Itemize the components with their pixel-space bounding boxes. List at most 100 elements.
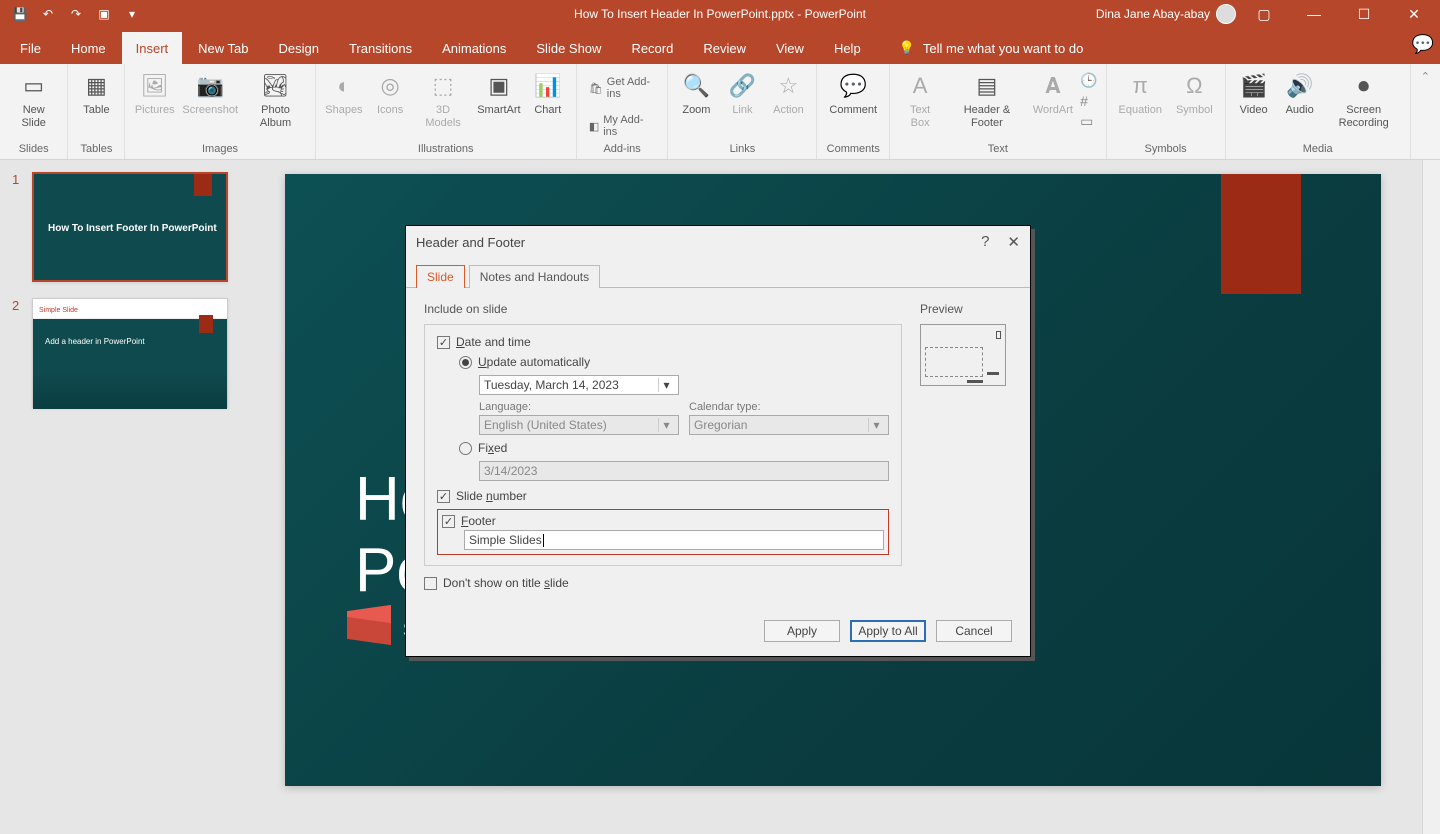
group-symbols-label: Symbols	[1115, 141, 1217, 159]
store-icon: 🛍	[589, 82, 603, 95]
thumbnail-2[interactable]: 2 Simple Slide Add a header in PowerPoin…	[12, 298, 232, 408]
get-addins-button[interactable]: 🛍 Get Add-ins	[585, 74, 660, 102]
textbox-icon: A	[904, 70, 936, 102]
header-footer-button[interactable]: ▤Header & Footer	[948, 68, 1026, 131]
calendar-label: Calendar type:	[689, 401, 889, 413]
photo-album-button[interactable]: 🏞Photo Album	[244, 68, 306, 131]
group-media-label: Media	[1234, 141, 1402, 159]
save-icon[interactable]: 💾	[8, 3, 32, 25]
calendar-combo[interactable]: Gregorian ▾	[689, 415, 889, 435]
share-icon[interactable]: 💬	[1412, 34, 1434, 55]
apply-to-all-button[interactable]: Apply to All	[850, 620, 926, 642]
close-dialog-icon[interactable]: ✕	[1007, 233, 1020, 251]
object-icon[interactable]: ▭	[1080, 113, 1097, 130]
slide-thumbnails-panel[interactable]: 1 How To Insert Footer In PowerPoint 2 S…	[0, 160, 244, 834]
footer-label: Footer	[461, 514, 496, 528]
textbox-button: AText Box	[898, 68, 942, 131]
pictures-button: 🖼Pictures	[133, 68, 176, 119]
chevron-down-icon: ▾	[658, 378, 674, 392]
chart-button[interactable]: 📊Chart	[528, 68, 568, 119]
tab-design[interactable]: Design	[265, 33, 333, 64]
tab-view[interactable]: View	[762, 33, 818, 64]
group-text-label: Text	[898, 141, 1097, 159]
minimize-icon[interactable]: —	[1292, 0, 1336, 28]
thumbnail-1[interactable]: 1 How To Insert Footer In PowerPoint	[12, 172, 232, 282]
get-addins-label: Get Add-ins	[607, 76, 656, 100]
close-icon[interactable]: ✕	[1392, 0, 1436, 28]
tab-newtab[interactable]: New Tab	[184, 33, 262, 64]
qat-customize-icon[interactable]: ▾	[120, 3, 144, 25]
date-format-combo[interactable]: Tuesday, March 14, 2023 ▾	[479, 375, 679, 395]
textbox-label: Text Box	[902, 104, 938, 129]
ribbon-decoration	[199, 315, 213, 333]
ribbon-display-options-icon[interactable]: ▢	[1242, 0, 1286, 28]
new-slide-button[interactable]: ▭New Slide	[8, 68, 59, 131]
titlebar: 💾 ↶ ↷ ▣ ▾ How To Insert Header In PowerP…	[0, 0, 1440, 28]
cancel-button[interactable]: Cancel	[936, 620, 1012, 642]
smartart-label: SmartArt	[477, 104, 520, 117]
footer-text-field[interactable]: Simple Slides	[464, 530, 884, 550]
help-icon[interactable]: ?	[981, 233, 989, 251]
dialog-titlebar[interactable]: Header and Footer ? ✕	[406, 226, 1030, 258]
collapse-ribbon-icon[interactable]: ⌃	[1411, 64, 1440, 159]
tab-animations[interactable]: Animations	[428, 33, 520, 64]
tab-insert[interactable]: Insert	[122, 32, 183, 64]
calendar-value: Gregorian	[694, 418, 747, 432]
smartart-button[interactable]: ▣SmartArt	[476, 68, 522, 119]
language-label: Language:	[479, 401, 679, 413]
user-name[interactable]: Dina Jane Abay-abay	[1096, 7, 1210, 21]
thumbnail-title: Add a header in PowerPoint	[45, 337, 145, 346]
tab-review[interactable]: Review	[689, 33, 760, 64]
preview-label: Preview	[920, 302, 1012, 316]
date-time-icon[interactable]: 🕒	[1080, 72, 1097, 89]
comment-button[interactable]: 💬Comment	[825, 68, 881, 119]
video-label: Video	[1240, 104, 1268, 117]
lightbulb-icon: 💡	[899, 40, 915, 56]
dialog-tab-notes[interactable]: Notes and Handouts	[469, 265, 600, 288]
update-auto-radio[interactable]	[459, 356, 472, 369]
date-time-checkbox[interactable]: ✓	[437, 336, 450, 349]
my-addins-button[interactable]: ◧My Add-ins	[585, 112, 660, 140]
shapes-icon: ◐	[328, 70, 360, 102]
fixed-radio[interactable]	[459, 442, 472, 455]
comment-icon: 💬	[837, 70, 869, 102]
dialog-title: Header and Footer	[416, 235, 525, 250]
chart-icon: 📊	[532, 70, 564, 102]
ribbon-decoration	[1221, 174, 1301, 294]
undo-icon[interactable]: ↶	[36, 3, 60, 25]
icons-icon: ◎	[374, 70, 406, 102]
apply-button[interactable]: Apply	[764, 620, 840, 642]
dont-show-title-checkbox[interactable]	[424, 577, 437, 590]
zoom-button[interactable]: 🔍Zoom	[676, 68, 716, 119]
tab-record[interactable]: Record	[617, 33, 687, 64]
tab-file[interactable]: File	[6, 33, 55, 64]
icons-button: ◎Icons	[370, 68, 410, 119]
pictures-icon: 🖼	[139, 70, 171, 102]
redo-icon[interactable]: ↷	[64, 3, 88, 25]
table-button[interactable]: ▦Table	[76, 68, 116, 119]
slide-number-checkbox[interactable]: ✓	[437, 490, 450, 503]
start-from-beginning-icon[interactable]: ▣	[92, 3, 116, 25]
video-button[interactable]: 🎬Video	[1234, 68, 1274, 119]
user-avatar[interactable]	[1216, 4, 1236, 24]
screen-recording-button[interactable]: ⏺Screen Recording	[1326, 68, 1402, 131]
maximize-icon[interactable]: ☐	[1342, 0, 1386, 28]
dialog-tab-slide[interactable]: Slide	[416, 265, 465, 288]
wordart-icon: 𝐀	[1037, 70, 1069, 102]
cube-icon: ⬚	[427, 70, 459, 102]
update-auto-label: Update automatically	[478, 355, 590, 369]
zoom-icon: 🔍	[680, 70, 712, 102]
slide-number-icon[interactable]: #	[1080, 93, 1097, 109]
footer-checkbox[interactable]: ✓	[442, 515, 455, 528]
link-icon: 🔗	[726, 70, 758, 102]
ribbon-tabs: File Home Insert New Tab Design Transiti…	[0, 28, 1440, 64]
vertical-scrollbar[interactable]	[1422, 160, 1440, 834]
tab-slideshow[interactable]: Slide Show	[522, 33, 615, 64]
tab-help[interactable]: Help	[820, 33, 875, 64]
language-combo[interactable]: English (United States) ▾	[479, 415, 679, 435]
tab-transitions[interactable]: Transitions	[335, 33, 426, 64]
tab-home[interactable]: Home	[57, 33, 120, 64]
audio-button[interactable]: 🔊Audio	[1280, 68, 1320, 119]
screenshot-icon: 📷	[194, 70, 226, 102]
tell-me-search[interactable]: 💡 Tell me what you want to do	[885, 32, 1098, 64]
